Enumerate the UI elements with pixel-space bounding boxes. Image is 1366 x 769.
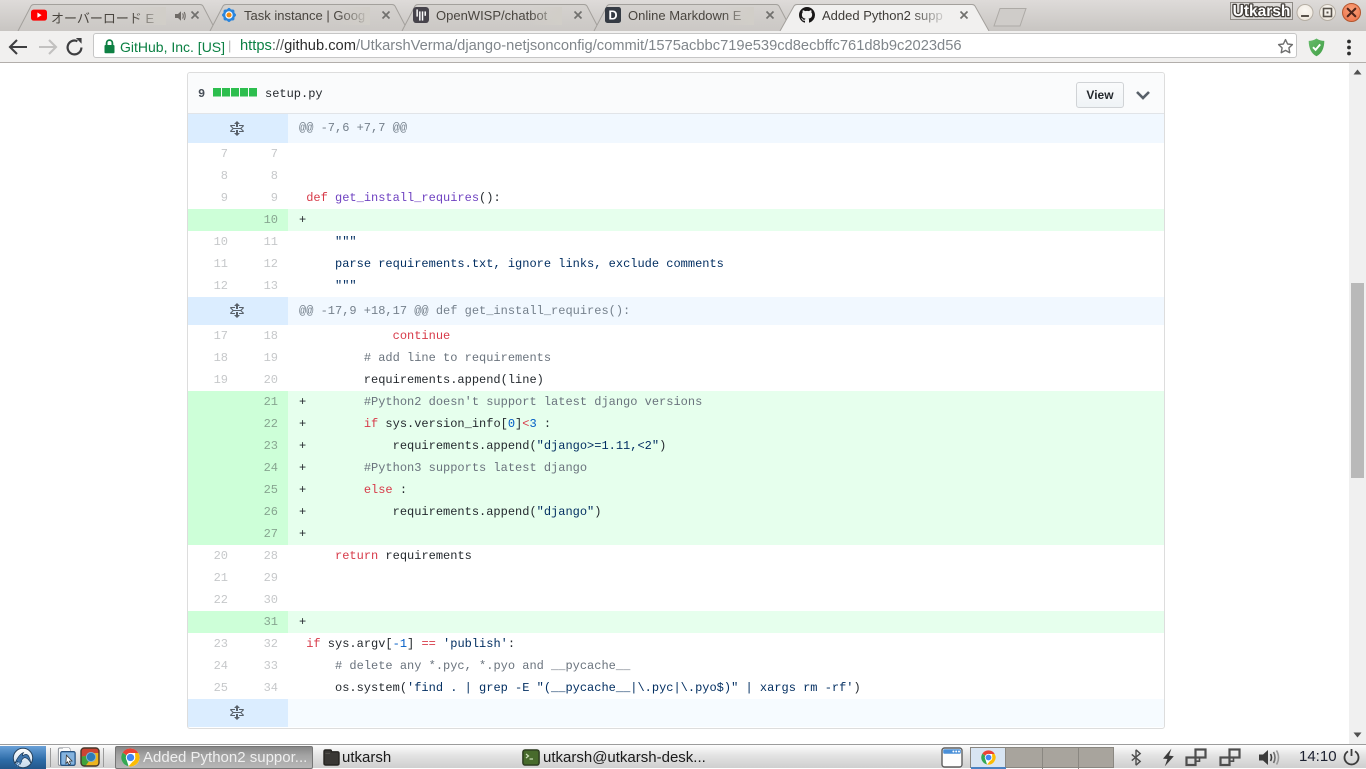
svg-text:D: D xyxy=(608,8,617,22)
svg-text:Utkarsh: Utkarsh xyxy=(1233,3,1291,20)
